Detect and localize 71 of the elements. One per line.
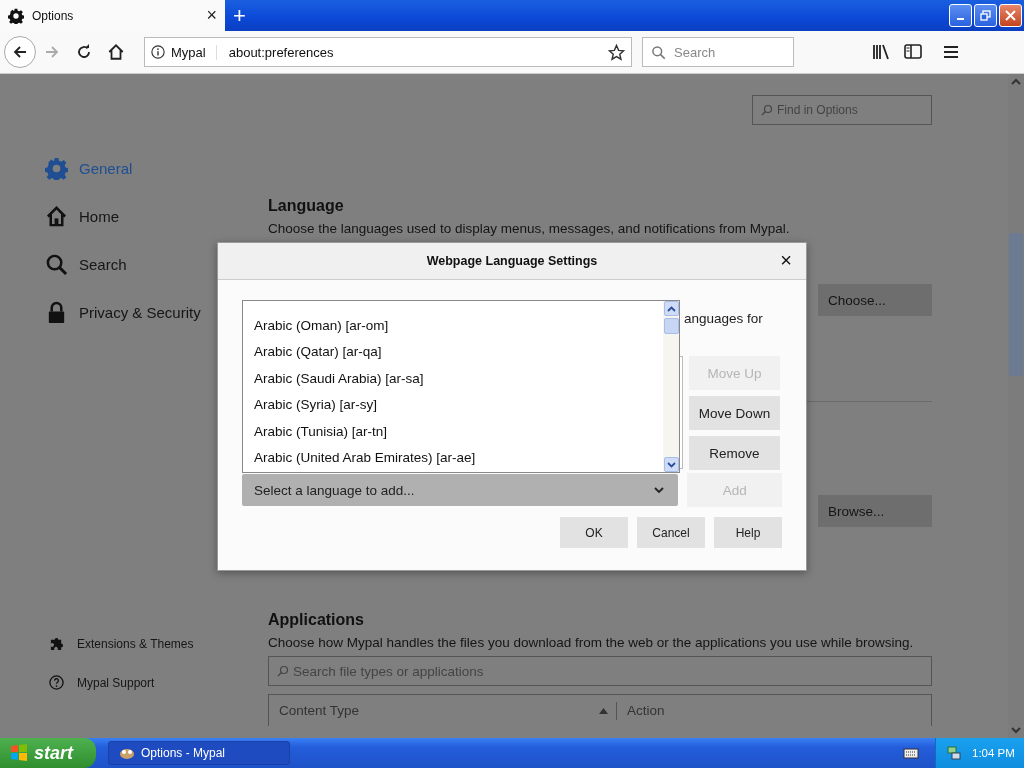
sidebar-item[interactable]: Home (0, 192, 268, 240)
dialog-button[interactable]: Cancel (637, 517, 705, 548)
dropdown-option[interactable]: Arabic (Oman) [ar-om] (243, 312, 663, 339)
search-icon (651, 44, 666, 60)
dropdown-option[interactable]: Arabic (Syria) [ar-sy] (243, 391, 663, 418)
dropdown-option[interactable]: Arabic (United Arab Emirates) [ar-ae] (243, 444, 663, 471)
close-tab-button[interactable]: × (206, 5, 217, 26)
scroll-thumb[interactable] (663, 318, 679, 334)
info-icon (151, 45, 165, 59)
close-icon (1005, 10, 1016, 21)
search-field[interactable]: Search (642, 37, 794, 67)
scrollbar[interactable] (663, 301, 679, 472)
dialog-button[interactable]: Help (714, 517, 782, 548)
language-select[interactable]: Select a language to add... (242, 474, 679, 506)
choose-button[interactable]: Choose... (818, 284, 932, 316)
section-description: Choose the languages used to display menus, messages, and notifications from Mypal. (268, 221, 791, 236)
dropdown-option[interactable]: Arabic (Saudi Arabia) [ar-sa] (243, 365, 663, 392)
dialog-button[interactable]: OK (560, 517, 628, 548)
search-icon (45, 252, 68, 276)
home-icon (45, 204, 68, 228)
forward-arrow-icon (44, 44, 60, 60)
minimize-icon (957, 17, 964, 20)
taskbar-item[interactable]: Options - Mypal (108, 741, 290, 765)
close-button[interactable] (999, 4, 1022, 27)
gear-icon (45, 156, 68, 180)
back-arrow-icon (12, 44, 28, 60)
scroll-up-icon (666, 305, 676, 312)
help-icon (49, 675, 64, 690)
section-heading: Language (268, 197, 345, 215)
scroll-down-icon (666, 461, 676, 468)
windows-logo-icon (10, 744, 28, 762)
section-heading: Applications (268, 611, 365, 629)
restore-button[interactable] (974, 4, 997, 27)
dropdown-option[interactable]: Arabic (Qatar) [ar-qa] (243, 338, 663, 365)
site-name: Mypal (171, 44, 217, 60)
puzzle-icon (49, 636, 64, 651)
search-icon (761, 104, 773, 116)
close-button[interactable]: × (780, 249, 792, 272)
clock: 1:04 PM (972, 747, 1015, 759)
new-tab-button[interactable]: + (233, 2, 246, 29)
search-icon (277, 665, 289, 677)
list-button[interactable]: Remove (689, 436, 780, 470)
url-text: about:preferences (228, 44, 335, 60)
sidebar-link[interactable]: Extensions & Themes (0, 624, 268, 663)
network-icon[interactable] (946, 745, 962, 761)
gear-icon (8, 7, 24, 24)
dialog-description: anguages for (684, 310, 763, 326)
sidebar-item[interactable]: Search (0, 240, 268, 288)
scroll-up-icon (1010, 77, 1022, 87)
menu-icon (943, 45, 959, 59)
sidebar-link[interactable]: Mypal Support (0, 663, 268, 702)
dialog-title: Webpage Language Settings (426, 254, 598, 268)
app-icon (119, 746, 135, 760)
dropdown-option[interactable]: Arabic (Tunisia) [ar-tn] (243, 418, 663, 445)
reload-icon (76, 44, 92, 60)
scroll-down-icon (1010, 725, 1022, 735)
keyboard-icon[interactable] (903, 747, 919, 759)
home-icon (107, 43, 125, 61)
browser-tab[interactable]: Options × (0, 0, 225, 31)
section-description: Choose how Mypal handles the files you download from the web or the applications you use while browsing. (268, 635, 915, 650)
back-button[interactable] (4, 36, 36, 68)
chevron-icon (654, 486, 665, 494)
sidebar-icon (904, 44, 922, 60)
minimize-button[interactable] (949, 4, 972, 27)
sort-icon (599, 707, 608, 714)
address-bar[interactable]: Mypal about:preferences (144, 37, 632, 67)
star-icon[interactable] (608, 43, 625, 61)
library-icon (872, 44, 890, 60)
browse-button[interactable]: Browse... (818, 495, 932, 527)
list-button[interactable]: Move Down (689, 396, 780, 430)
restore-icon (980, 10, 991, 21)
